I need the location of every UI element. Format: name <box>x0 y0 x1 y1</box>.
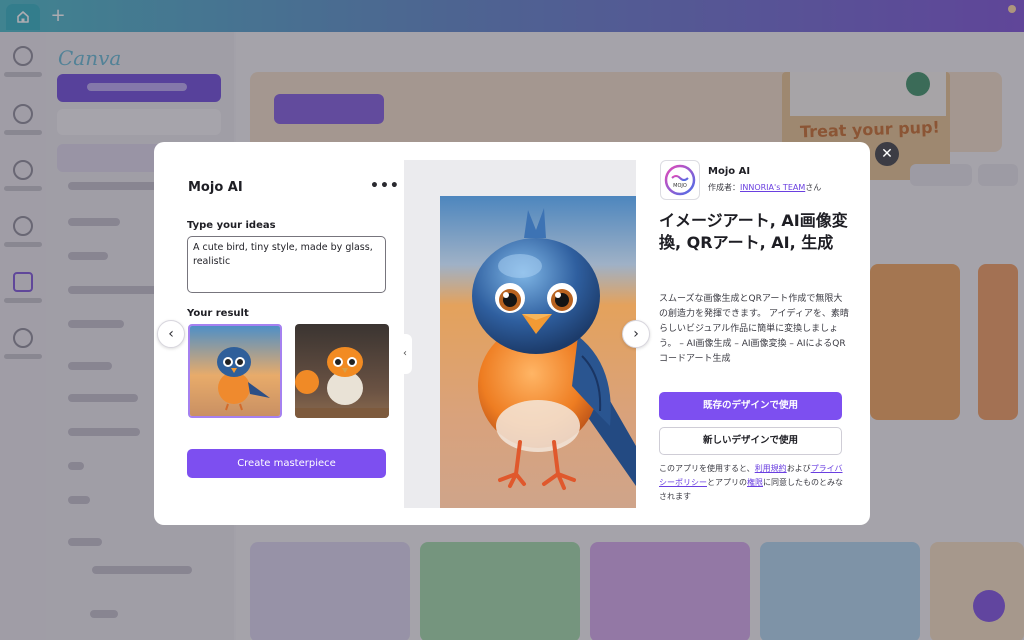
author-prefix: 作成者： <box>708 183 740 192</box>
prev-result-button[interactable]: ‹ <box>157 320 185 348</box>
app-headline: イメージアート, AI画像変換, QRアート, AI, 生成 <box>659 211 848 252</box>
app-modal: Mojo AI ••• Type your ideas A cute bird,… <box>154 142 870 525</box>
use-in-existing-design-button[interactable]: 既存のデザインで使用 <box>659 392 842 420</box>
app-icon: MOJO <box>660 160 700 200</box>
mojo-logo-icon: MOJO <box>664 164 696 196</box>
permissions-link[interactable]: 権限 <box>747 478 763 487</box>
more-options-button[interactable]: ••• <box>370 178 400 194</box>
result-thumbnail-1[interactable] <box>188 324 282 418</box>
next-result-button[interactable]: › <box>622 320 650 348</box>
app-author: 作成者：INNORIA's TEAMさん <box>708 182 821 193</box>
bird-thumbnail-image <box>190 326 280 416</box>
bird-thumbnail-image <box>295 324 389 418</box>
author-suffix: さん <box>805 183 822 192</box>
terms-link[interactable]: 利用規約 <box>755 464 787 473</box>
generator-panel: Mojo AI ••• Type your ideas A cute bird,… <box>154 142 404 525</box>
generated-image-preview <box>440 196 636 508</box>
prompt-label: Type your ideas <box>187 220 276 231</box>
app-description: スムーズな画像生成とQRアート作成で無限大の創造力を発揮できます。 アイディアを… <box>659 294 849 364</box>
svg-text:MOJO: MOJO <box>673 183 687 189</box>
panel-title: Mojo AI <box>188 180 243 195</box>
legal-text: とアプリの <box>707 478 747 487</box>
result-label: Your result <box>187 308 249 319</box>
collapse-panel-button[interactable]: ‹ <box>398 334 412 374</box>
legal-text: および <box>786 464 811 473</box>
legal-text: このアプリを使用すると、 <box>659 464 755 473</box>
glass-bird-image <box>440 196 636 508</box>
result-thumbnail-2[interactable] <box>295 324 389 418</box>
use-in-new-design-button[interactable]: 新しいデザインで使用 <box>659 427 842 455</box>
close-modal-button[interactable]: ✕ <box>875 142 899 166</box>
legal-notice: このアプリを使用すると、利用規約およびプライバシーポリシーとアプリの権限に同意し… <box>659 462 845 504</box>
app-name: Mojo AI <box>708 166 751 177</box>
author-link[interactable]: INNORIA's TEAM <box>740 183 805 192</box>
create-masterpiece-button[interactable]: Create masterpiece <box>187 449 386 478</box>
prompt-input[interactable]: A cute bird, tiny style, made by glass, … <box>187 236 386 293</box>
